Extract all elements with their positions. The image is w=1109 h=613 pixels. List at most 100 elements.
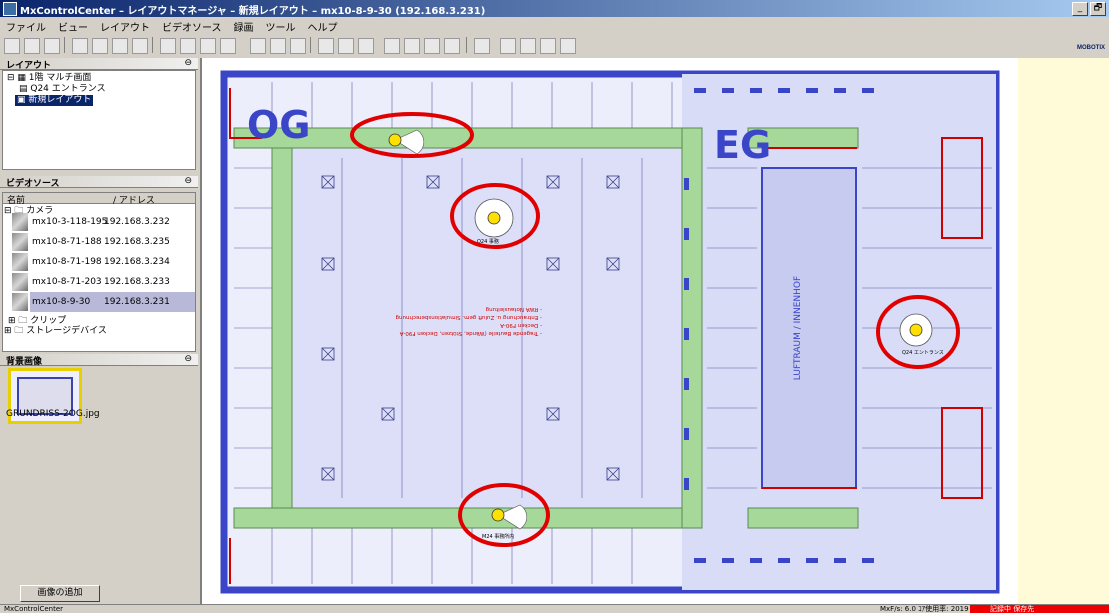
network-icon[interactable]: [560, 38, 576, 54]
power-icon[interactable]: [474, 38, 490, 54]
star-icon[interactable]: [424, 38, 440, 54]
tree-item-multi-screen[interactable]: ⊟ ▦ 1階 マルチ画面: [7, 73, 91, 84]
toolbar: [0, 34, 1109, 59]
grid-1-icon[interactable]: [72, 38, 88, 54]
camera-row[interactable]: mx10-8-71-188 192.168.3.235: [12, 232, 195, 252]
camera-row[interactable]: mx10-8-71-198 192.168.3.234: [12, 252, 195, 272]
minimize-button[interactable]: _: [1072, 2, 1088, 16]
info-icon[interactable]: [444, 38, 460, 54]
camera-address: 192.168.3.235: [104, 237, 170, 247]
menu-view[interactable]: ビュー: [52, 17, 94, 34]
menu-tools[interactable]: ツール: [260, 17, 302, 34]
corridor-bottom: [233, 507, 683, 529]
camera-address: 192.168.3.233: [104, 277, 170, 287]
camera-row[interactable]: mx10-8-71-203 192.168.3.233: [12, 272, 195, 292]
corridor-left: [271, 147, 293, 509]
background-pane-title: 背景画像: [6, 357, 43, 367]
corridor-eg-bottom: [747, 507, 859, 529]
app-icon: [3, 2, 17, 16]
split-icon[interactable]: [270, 38, 286, 54]
table-icon[interactable]: [318, 38, 334, 54]
grid-3-icon[interactable]: [112, 38, 128, 54]
tree-group-storage[interactable]: ⊞ 🗀 ストレージデバイス: [4, 326, 107, 337]
floorplan-canvas[interactable]: LUFTRAUM / INNENHOF - Tragende Bauteile …: [202, 58, 1018, 604]
camera-thumbnail: [12, 213, 28, 231]
camera-row[interactable]: mx10-3-118-195 192.168.3.232: [12, 212, 195, 232]
floorplan-svg: LUFTRAUM / INNENHOF - Tragende Bauteile …: [220, 70, 1000, 594]
speaker-icon[interactable]: [384, 38, 400, 54]
eg-label: EG: [714, 123, 771, 167]
save-icon[interactable]: [4, 38, 20, 54]
camera-address: 192.168.3.234: [104, 257, 170, 267]
camera-thumbnail: [12, 273, 28, 291]
camera-name: mx10-8-71-198: [32, 257, 102, 267]
export-icon[interactable]: [358, 38, 374, 54]
restore-button[interactable]: 🗗: [1090, 2, 1106, 16]
circle-icon[interactable]: [540, 38, 556, 54]
menu-layout[interactable]: レイアウト: [94, 17, 156, 34]
print-icon[interactable]: [290, 38, 306, 54]
add-image-button[interactable]: 画像の追加: [20, 585, 100, 602]
toolbar-separator: [64, 37, 65, 53]
camera-name: mx10-8-9-30: [32, 297, 91, 307]
menu-video-source[interactable]: ビデオソース: [156, 17, 228, 34]
note-line: - Entrauchung u. Zuluft gem. Simulations…: [396, 314, 542, 320]
pane-minimize-icon[interactable]: ⊖: [184, 354, 192, 364]
tree-item-label: 新規レイアウト: [28, 95, 92, 105]
tree-item-entrance[interactable]: ▤ Q24 エントランス: [19, 84, 106, 95]
left-pane: レイアウト ⊖ ⊟ ▦ 1階 マルチ画面 ▤ Q24 エントランス ▣ 新規レイ…: [0, 58, 202, 604]
note-line: - Decken F90-A: [500, 322, 542, 328]
menu-recording[interactable]: 録画: [228, 17, 260, 34]
background-image-filename: GRUNDRISS-2OG.jpg: [6, 409, 100, 419]
monitor-icon[interactable]: [250, 38, 266, 54]
tree-item-new-layout[interactable]: ▣ 新規レイアウト: [15, 95, 94, 106]
zoom-icon[interactable]: [404, 38, 420, 54]
layout-icon[interactable]: [24, 38, 40, 54]
menu-help[interactable]: ヘルプ: [302, 17, 344, 34]
layout-tree: ⊟ ▦ 1階 マルチ画面 ▤ Q24 エントランス ▣ 新規レイアウト: [2, 70, 196, 170]
toolbar-separator: [152, 37, 153, 53]
camera-dot: [491, 508, 505, 522]
camera-row-selected[interactable]: mx10-8-9-30 192.168.3.231: [12, 292, 195, 312]
camera-label: Q24 エントランス: [902, 350, 944, 356]
camera-dot: [487, 211, 501, 225]
gear-icon[interactable]: [520, 38, 536, 54]
window-icon[interactable]: [160, 38, 176, 54]
note-line: - Tragende Bauteile (Wände, Stützen, Dec…: [399, 330, 542, 336]
menu-file[interactable]: ファイル: [0, 17, 52, 34]
cascade-icon[interactable]: [180, 38, 196, 54]
og-label: OG: [247, 103, 311, 147]
grid-4-icon[interactable]: [132, 38, 148, 54]
window-controls: _ 🗗: [1072, 2, 1106, 16]
camera-address: 192.168.3.231: [104, 297, 170, 307]
note-line: - RWA Notausleitung: [486, 306, 542, 312]
tile-icon[interactable]: [200, 38, 216, 54]
camera-label: M24 事務所内: [482, 533, 514, 540]
camera-thumbnail: [12, 253, 28, 271]
eg-atrium: [761, 167, 857, 489]
camera-thumbnail: [12, 233, 28, 251]
layout-pane-header: レイアウト ⊖: [0, 58, 198, 71]
tree-item-label: 1階 マルチ画面: [28, 73, 92, 83]
pane-minimize-icon[interactable]: ⊖: [184, 58, 192, 68]
grid-2-icon[interactable]: [92, 38, 108, 54]
camera-name: mx10-8-71-188: [32, 237, 102, 247]
column-address[interactable]: / アドレス: [113, 193, 155, 206]
toolbar-separator: [310, 37, 311, 53]
camera-dot: [388, 133, 402, 147]
video-source-title: ビデオソース: [6, 179, 60, 189]
menu-bar: ファイル ビュー レイアウト ビデオソース 録画 ツール ヘルプ: [0, 17, 1109, 34]
camera-dot: [909, 323, 923, 337]
screen-icon[interactable]: [220, 38, 236, 54]
tree-item-label: Q24 エントランス: [30, 84, 106, 94]
frame-icon[interactable]: [338, 38, 354, 54]
column-name[interactable]: 名前: [7, 193, 25, 206]
pane-minimize-icon[interactable]: ⊖: [184, 176, 192, 186]
brand-text: MOBOTIX: [1077, 45, 1105, 51]
tool-icon[interactable]: [500, 38, 516, 54]
window-title: MxControlCenter – レイアウトマネージャ – 新規レイアウト –…: [20, 6, 486, 17]
camera-address: 192.168.3.232: [104, 217, 170, 227]
column-header: 名前 / アドレス: [2, 192, 196, 206]
undo-icon[interactable]: [44, 38, 60, 54]
camera-thumbnail: [12, 293, 28, 311]
